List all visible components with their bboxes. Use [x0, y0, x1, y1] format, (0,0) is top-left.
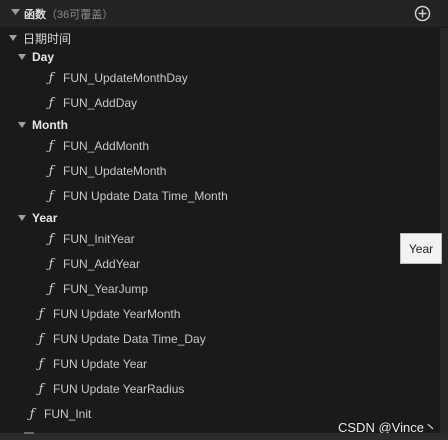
- category-label: Month: [32, 118, 68, 132]
- function-label: FUN Update YearRadius: [53, 382, 185, 396]
- function-label: FUN_InitYear: [63, 232, 135, 246]
- vertical-scrollbar[interactable]: [440, 28, 448, 433]
- function-item[interactable]: ƒ FUN_YearJump: [0, 278, 448, 300]
- function-item[interactable]: ƒ FUN_UpdateMonthDay: [0, 67, 448, 89]
- function-item[interactable]: ƒ FUN_AddDay: [0, 92, 448, 114]
- functions-title-text: 函数: [24, 9, 46, 21]
- bottom-panel-edge: [0, 432, 448, 440]
- functions-count: （36可覆盖）: [46, 9, 114, 21]
- function-label: FUN_UpdateMonth: [63, 164, 167, 178]
- function-icon: ƒ: [48, 163, 54, 179]
- function-icon: ƒ: [48, 231, 54, 247]
- category-day[interactable]: Day: [0, 48, 448, 66]
- function-icon: ƒ: [38, 381, 44, 397]
- function-label: FUN_AddYear: [63, 257, 140, 271]
- chevron-down-icon: [18, 122, 26, 128]
- function-icon: ƒ: [48, 95, 54, 111]
- function-label: FUN_UpdateMonthDay: [63, 71, 188, 85]
- function-label: FUN Update Data Time_Day: [53, 332, 206, 346]
- function-item[interactable]: ƒ FUN Update Data Time_Month: [0, 185, 448, 207]
- function-label: FUN_YearJump: [63, 282, 148, 296]
- function-label: FUN_Init: [44, 407, 92, 421]
- function-item[interactable]: ƒ FUN_InitYear: [0, 228, 448, 250]
- function-item[interactable]: ƒ FUN Update YearRadius: [0, 378, 448, 400]
- function-label: FUN_AddMonth: [63, 139, 150, 153]
- category-year[interactable]: Year: [0, 209, 448, 227]
- function-item[interactable]: ƒ FUN_AddMonth: [0, 135, 448, 157]
- function-label: FUN Update Year: [53, 357, 148, 371]
- function-icon: ƒ: [38, 331, 44, 347]
- category-label: Day: [32, 50, 55, 64]
- function-icon: ƒ: [48, 256, 54, 272]
- chevron-down-icon: [18, 215, 26, 221]
- function-item[interactable]: ƒ FUN Update YearMonth: [0, 303, 448, 325]
- functions-title: 函数（36可覆盖）: [24, 6, 113, 22]
- category-month[interactable]: Month: [0, 116, 448, 134]
- category-datetime[interactable]: 日期时间: [0, 29, 448, 47]
- function-icon: ƒ: [48, 138, 54, 154]
- collapse-arrow-icon[interactable]: [11, 9, 20, 16]
- category-label: Year: [32, 211, 58, 225]
- function-item[interactable]: ƒ FUN Update Data Time_Day: [0, 328, 448, 350]
- function-icon: ƒ: [48, 281, 54, 297]
- function-item[interactable]: ƒ FUN_UpdateMonth: [0, 160, 448, 182]
- function-icon: ƒ: [48, 70, 54, 86]
- functions-header[interactable]: 函数（36可覆盖）: [0, 0, 448, 27]
- tooltip-text: Year: [408, 241, 434, 256]
- function-icon: ƒ: [48, 188, 54, 204]
- function-label: FUN_AddDay: [63, 96, 138, 110]
- tooltip: Year: [400, 233, 442, 264]
- chevron-down-icon: [18, 54, 26, 60]
- function-icon: ƒ: [29, 406, 35, 422]
- collapsed-item-marker: [24, 432, 34, 434]
- plus-circle-icon[interactable]: [414, 5, 431, 22]
- function-item[interactable]: ƒ FUN Update Year: [0, 353, 448, 375]
- function-label: FUN Update YearMonth: [53, 307, 181, 321]
- chevron-down-icon: [9, 35, 17, 41]
- category-label: 日期时间: [23, 31, 72, 46]
- function-icon: ƒ: [38, 306, 44, 322]
- function-label: FUN Update Data Time_Month: [63, 189, 228, 203]
- function-item[interactable]: ƒ FUN_AddYear: [0, 253, 448, 275]
- function-icon: ƒ: [38, 356, 44, 372]
